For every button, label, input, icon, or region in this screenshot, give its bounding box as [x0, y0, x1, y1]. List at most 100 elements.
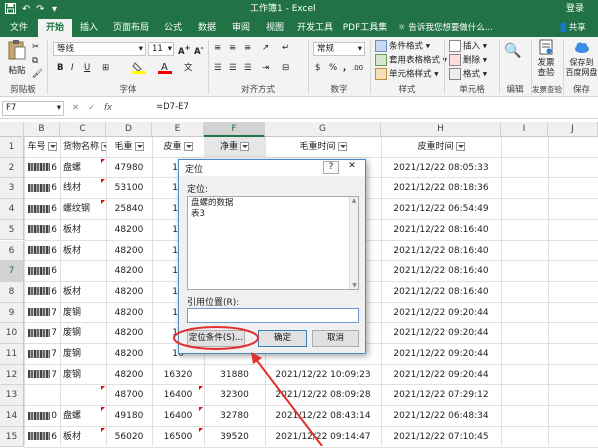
cell-d-9[interactable]: 48200: [106, 303, 152, 324]
cell-h-6[interactable]: 2021/12/22 08:16:40: [381, 241, 501, 262]
cell-h-1[interactable]: 皮重时间: [381, 137, 501, 158]
cell-c-5[interactable]: 板材: [60, 220, 106, 241]
name-box[interactable]: F7 ▾: [2, 101, 64, 116]
cell-d-8[interactable]: 48200: [106, 282, 152, 303]
cell-b-11[interactable]: 7: [24, 344, 60, 365]
cell-h-3[interactable]: 2021/12/22 08:18:36: [381, 178, 501, 199]
cell-h-8[interactable]: 2021/12/22 08:16:40: [381, 282, 501, 303]
cell-f-1[interactable]: 净重: [204, 137, 265, 158]
redo-icon[interactable]: ↷: [36, 3, 44, 16]
cell-f-13[interactable]: 32300: [204, 385, 265, 406]
tab-developer[interactable]: 开发工具: [292, 19, 338, 37]
row-header[interactable]: 10: [0, 323, 24, 344]
merge-center-icon[interactable]: ⊟: [282, 62, 289, 74]
goto-special-button[interactable]: 定位条件(S)...: [187, 330, 245, 347]
list-scrollbar[interactable]: ▲ ▼: [349, 197, 358, 289]
cell-c-6[interactable]: 板材: [60, 241, 106, 262]
fill-color-icon[interactable]: [132, 61, 146, 78]
row-header[interactable]: 4: [0, 199, 24, 220]
login-link[interactable]: 登录: [566, 3, 584, 16]
cell-d-13[interactable]: 48700: [106, 385, 152, 406]
cell-b-2[interactable]: 6: [24, 158, 60, 179]
cell-c-14[interactable]: 盘螺: [60, 406, 106, 427]
cell-d-10[interactable]: 48200: [106, 323, 152, 344]
percent-icon[interactable]: %: [329, 62, 337, 74]
save-icon[interactable]: [5, 3, 16, 18]
cell-g-14[interactable]: 2021/12/22 08:43:14: [265, 406, 381, 427]
cell-b-9[interactable]: 7: [24, 303, 60, 324]
save-to-baidu-button[interactable]: 保存到 百度网盘: [565, 39, 598, 78]
tab-insert[interactable]: 插入: [72, 19, 106, 37]
cell-c-13[interactable]: [60, 385, 106, 406]
cell-e-1[interactable]: 皮重: [152, 137, 204, 158]
goto-list-item[interactable]: 盘螺的数据: [191, 198, 234, 209]
cell-e-12[interactable]: 16320: [152, 365, 204, 386]
tab-home[interactable]: 开始: [38, 19, 72, 37]
filter-dropdown-icon[interactable]: [240, 142, 249, 151]
cell-h-2[interactable]: 2021/12/22 08:05:33: [381, 158, 501, 179]
format-painter-icon[interactable]: 🖌: [32, 68, 43, 80]
scroll-up-icon[interactable]: ▲: [350, 197, 358, 204]
row-header[interactable]: 15: [0, 426, 24, 448]
cell-h-10[interactable]: 2021/12/22 09:20:44: [381, 323, 501, 344]
row-header[interactable]: 11: [0, 344, 24, 365]
cell-h-14[interactable]: 2021/12/22 06:48:34: [381, 406, 501, 427]
filter-dropdown-icon[interactable]: [183, 142, 193, 151]
row-header[interactable]: 14: [0, 406, 24, 427]
delete-cells-button[interactable]: 删除 ▾: [449, 54, 487, 67]
cell-h-15[interactable]: 2021/12/22 07:10:45: [381, 427, 501, 448]
row-header[interactable]: 3: [0, 178, 24, 200]
cell-d-3[interactable]: 53100: [106, 178, 152, 199]
cell-d-5[interactable]: 48200: [106, 220, 152, 241]
cell-h-5[interactable]: 2021/12/22 08:16:40: [381, 220, 501, 241]
cell-b-7[interactable]: 6: [24, 261, 60, 282]
cell-d-1[interactable]: 毛重: [106, 137, 152, 158]
insert-function-button[interactable]: fx: [104, 102, 112, 114]
font-color-icon[interactable]: A: [158, 61, 172, 78]
cell-f-12[interactable]: 31880: [204, 365, 265, 386]
cut-icon[interactable]: ✂: [32, 41, 39, 53]
row-header[interactable]: 5: [0, 219, 24, 241]
align-right-icon[interactable]: ☰: [244, 62, 252, 74]
align-middle-icon[interactable]: ≡: [229, 42, 236, 54]
cell-b-3[interactable]: 6: [24, 178, 60, 199]
insert-cells-button[interactable]: 插入 ▾: [449, 40, 487, 53]
cell-c-3[interactable]: 线材: [60, 178, 106, 199]
cell-g-15[interactable]: 2021/12/22 09:14:47: [265, 427, 381, 448]
cell-h-7[interactable]: 2021/12/22 08:16:40: [381, 261, 501, 282]
cell-d-15[interactable]: 56020: [106, 427, 152, 448]
cell-f-15[interactable]: 39520: [204, 427, 265, 448]
formula-input[interactable]: =D7-E7: [153, 101, 596, 116]
cell-styles-button[interactable]: 单元格样式 ▾: [375, 68, 438, 81]
tab-page-layout[interactable]: 页面布局: [106, 19, 156, 37]
column-header-d[interactable]: D: [106, 122, 152, 137]
customize-quick-access-icon[interactable]: ▾: [52, 3, 57, 16]
cell-c-15[interactable]: 板材: [60, 427, 106, 448]
cell-c-2[interactable]: 盘螺: [60, 158, 106, 179]
decrease-font-icon[interactable]: A-: [194, 42, 204, 58]
goto-list[interactable]: 盘螺的数据 表3 ▲ ▼: [187, 196, 359, 290]
filter-dropdown-icon[interactable]: [455, 142, 465, 151]
cell-c-12[interactable]: 废钢: [60, 365, 106, 386]
underline-button[interactable]: U: [84, 62, 90, 74]
column-header-j[interactable]: J: [548, 122, 598, 137]
cancel-entry-icon[interactable]: ✕: [72, 102, 79, 114]
column-header-c[interactable]: C: [60, 122, 106, 137]
font-name-select[interactable]: 等线 ▾: [53, 42, 146, 56]
tab-pdf-tools[interactable]: PDF工具集: [338, 19, 392, 37]
cell-h-11[interactable]: 2021/12/22 09:20:44: [381, 344, 501, 365]
cell-h-9[interactable]: 2021/12/22 09:20:44: [381, 303, 501, 324]
cell-b-8[interactable]: 6: [24, 282, 60, 303]
reference-input[interactable]: [187, 308, 359, 323]
row-header[interactable]: 1: [0, 137, 24, 158]
format-cells-button[interactable]: 格式 ▾: [449, 68, 487, 81]
cell-h-4[interactable]: 2021/12/22 06:54:49: [381, 199, 501, 220]
invoice-check-button[interactable]: 发票 查验: [534, 39, 558, 78]
cell-c-9[interactable]: 废钢: [60, 303, 106, 324]
cell-b-14[interactable]: 0: [24, 406, 60, 427]
goto-list-item[interactable]: 表3: [191, 209, 205, 220]
cell-f-14[interactable]: 32780: [204, 406, 265, 427]
decimal-icon[interactable]: .00: [352, 62, 363, 74]
help-button[interactable]: ?: [323, 161, 339, 174]
cell-h-12[interactable]: 2021/12/22 09:20:44: [381, 365, 501, 386]
